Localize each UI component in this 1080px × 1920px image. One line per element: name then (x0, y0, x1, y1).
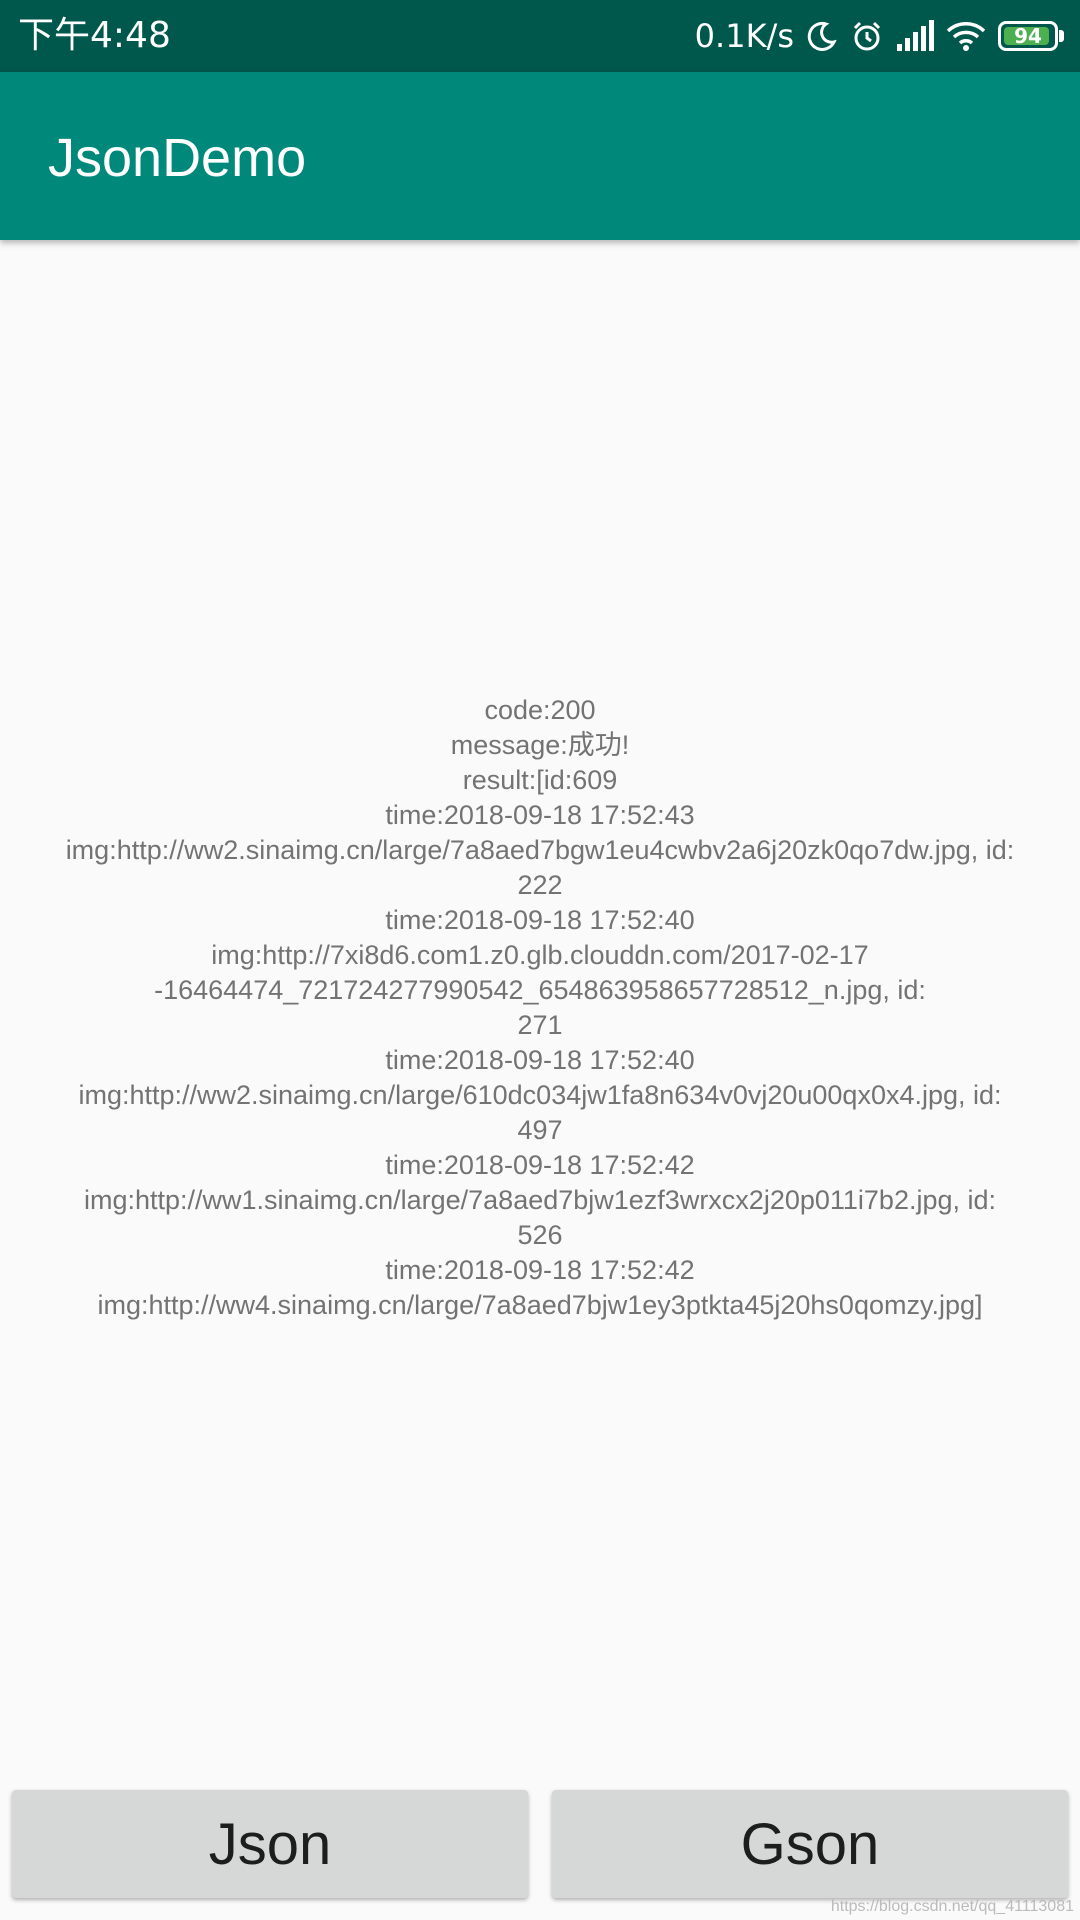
json-result-text: code:200 message:成功! result:[id:609 time:20… (0, 693, 1080, 1323)
result-line: -16464474_721724277990542_65486395865772… (154, 975, 926, 1005)
moon-icon (806, 20, 838, 52)
app-title: JsonDemo (48, 128, 307, 188)
battery-level-text: 94 (1014, 24, 1042, 48)
alarm-icon (850, 19, 884, 53)
battery-icon: 94 (998, 21, 1064, 51)
result-line: 271 (517, 1010, 563, 1040)
result-line: 526 (517, 1220, 563, 1250)
button-row: Json Gson (0, 1790, 1080, 1910)
status-icons: 0.1K/s 94 (695, 14, 1064, 58)
result-line: time:2018-09-18 17:52:40 (385, 1045, 695, 1075)
result-line: time:2018-09-18 17:52:42 (385, 1150, 695, 1180)
gson-button[interactable]: Gson (552, 1790, 1068, 1898)
watermark-text: https://blog.csdn.net/qq_41113081 (830, 1898, 1074, 1915)
result-line: time:2018-09-18 17:52:43 (385, 800, 695, 830)
status-bar: 下午4:48 0.1K/s 94 (0, 0, 1080, 72)
result-line: img:http://ww2.sinaimg.cn/large/610dc034… (78, 1080, 1002, 1110)
result-line: message:成功! (450, 730, 630, 760)
result-line: img:http://ww2.sinaimg.cn/large/7a8aed7b… (65, 835, 1015, 865)
app-bar: JsonDemo (0, 72, 1080, 240)
result-line: 222 (517, 870, 563, 900)
result-line: img:http://7xi8d6.com1.z0.glb.clouddn.co… (211, 940, 869, 970)
result-line: 497 (517, 1115, 563, 1145)
content-area: code:200 message:成功! result:[id:609 time:20… (0, 240, 1080, 1780)
result-line: time:2018-09-18 17:52:40 (385, 905, 695, 935)
result-line: img:http://ww4.sinaimg.cn/large/7a8aed7b… (97, 1290, 983, 1320)
result-line: result:[id:609 (462, 765, 618, 795)
status-time: 下午4:48 (18, 15, 171, 56)
result-line: time:2018-09-18 17:52:42 (385, 1255, 695, 1285)
json-button[interactable]: Json (12, 1790, 528, 1898)
signal-icon (896, 20, 934, 52)
result-line: code:200 (484, 695, 596, 725)
result-line: img:http://ww1.sinaimg.cn/large/7a8aed7b… (83, 1185, 997, 1215)
network-speed: 0.1K/s (694, 17, 794, 55)
wifi-icon (946, 20, 986, 52)
